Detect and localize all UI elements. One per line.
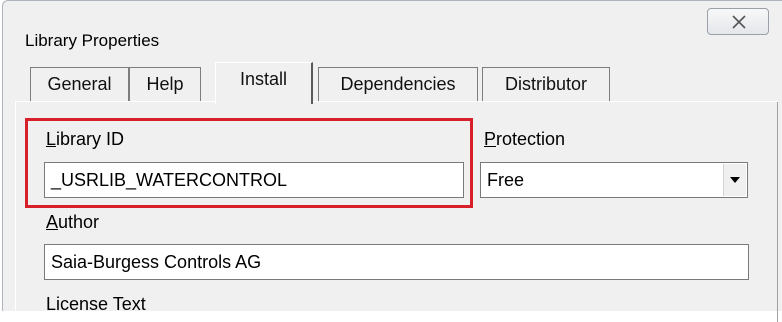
- tab-distributor[interactable]: Distributor: [482, 67, 610, 101]
- close-button[interactable]: [707, 8, 769, 35]
- tab-help[interactable]: Help: [129, 67, 201, 101]
- close-x-icon: [732, 15, 746, 29]
- tab-general[interactable]: General: [30, 67, 129, 101]
- author-field[interactable]: Saia-Burgess Controls AG: [44, 244, 749, 280]
- highlight-box: [25, 118, 473, 208]
- chevron-down-icon: [730, 177, 740, 183]
- dropdown-button[interactable]: [723, 164, 746, 196]
- dialog-title: Library Properties: [25, 31, 160, 50]
- protection-label: Protection: [484, 129, 566, 149]
- tab-install[interactable]: Install: [215, 62, 313, 104]
- author-label: Author: [46, 212, 100, 232]
- license-text-label: License Text: [46, 294, 146, 314]
- protection-select[interactable]: Free: [480, 162, 748, 198]
- tab-dependencies[interactable]: Dependencies: [318, 67, 478, 101]
